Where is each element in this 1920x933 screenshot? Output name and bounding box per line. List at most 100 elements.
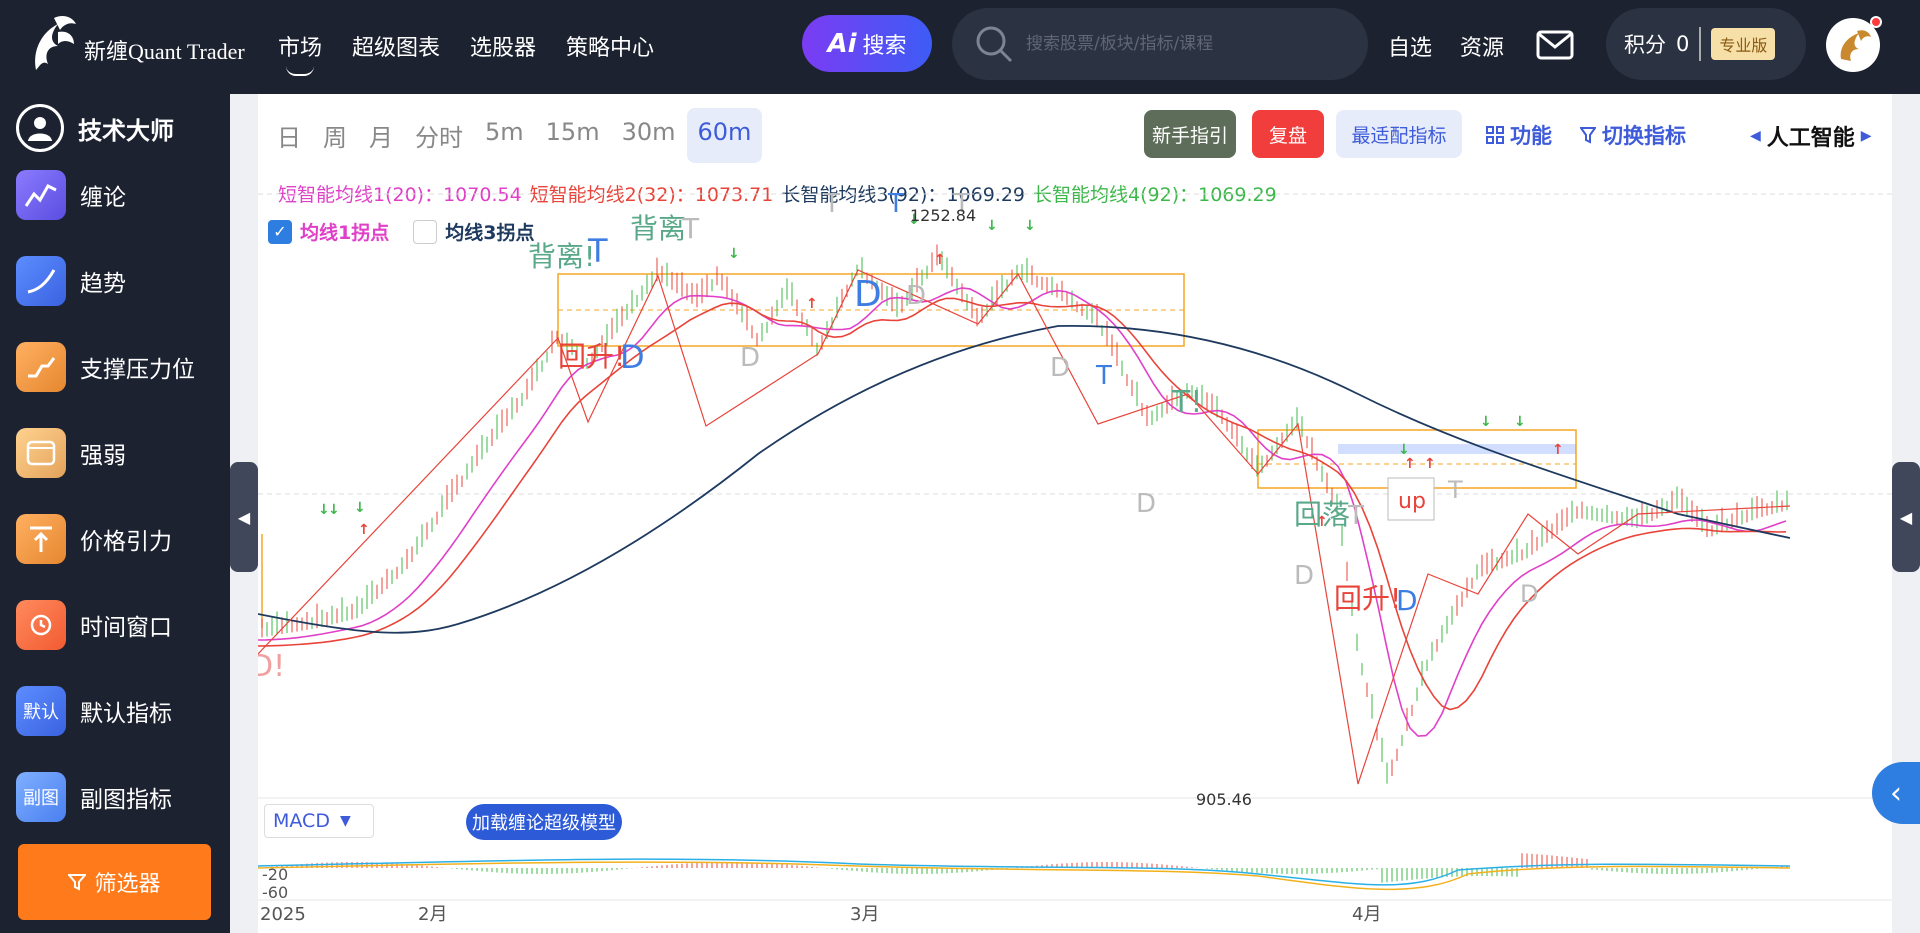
macd-select[interactable]: MACD ▼ — [264, 804, 374, 838]
macd-dea-line — [258, 861, 1791, 891]
x-axis-label: 2025 — [260, 904, 306, 925]
sidebar-item-label: 价格引力 — [80, 529, 172, 555]
rebound-label: 回升! — [1334, 582, 1401, 615]
support-resistance-icon — [16, 342, 66, 392]
ai-search-button[interactable]: Ai 搜索 — [802, 15, 932, 72]
nav-strategy-center[interactable]: 策略中心 — [566, 30, 654, 62]
d-label: D — [854, 274, 882, 315]
down-arrow-icon: ↓ — [986, 218, 998, 234]
trend-icon — [16, 256, 66, 306]
search-icon — [976, 26, 1013, 63]
sidebar-item-support-resistance[interactable]: 支撑压力位 — [16, 342, 195, 392]
d-label: D — [1520, 580, 1538, 608]
sidebar-header: 技术大师 — [16, 104, 174, 152]
sidebar-item-chanlun[interactable]: 缠论 — [16, 170, 126, 220]
divergence-label: 背离! — [528, 240, 595, 273]
divergence-label: 背离 — [630, 212, 686, 245]
notification-dot — [1870, 16, 1882, 28]
search-box[interactable] — [952, 8, 1368, 80]
sidebar-item-label: 支撑压力位 — [80, 357, 195, 383]
t-label: T — [823, 189, 840, 219]
top-bar: 新缠Quant Trader 市场 超级图表 选股器 策略中心 Ai 搜索 自选… — [0, 0, 1920, 94]
sidebar-item-label: 默认指标 — [80, 701, 172, 727]
sidebar-item-label: 强弱 — [80, 443, 126, 469]
low-price-label: 905.46 — [1196, 790, 1252, 809]
points-value: 0 — [1676, 32, 1690, 56]
sidebar-item-sub-chart[interactable]: 副图 副图指标 — [16, 772, 172, 822]
sidebar-item-label: 时间窗口 — [80, 615, 172, 641]
down-arrow-icon: ↓ — [354, 500, 366, 516]
down-arrow-icon: ↓ — [328, 502, 340, 518]
up-arrow-icon: ↑ — [1424, 456, 1436, 472]
filter-icon — [68, 874, 87, 891]
nav-market[interactable]: 市场 — [278, 30, 322, 76]
sidebar-item-strength[interactable]: 强弱 — [16, 428, 126, 478]
d-label: D — [1396, 584, 1418, 617]
price-gravity-icon — [16, 514, 66, 564]
logo[interactable]: 新缠Quant Trader — [28, 10, 245, 76]
time-window-icon — [16, 600, 66, 650]
up-arrow-icon: ↑ — [358, 522, 370, 538]
candles — [261, 244, 1788, 784]
avatar[interactable] — [1826, 16, 1882, 72]
down-arrow-icon: ↓ — [1024, 218, 1036, 234]
signal-marks: ↓↓ ↓↓↓ ↓ ↓↓ ↓↓↑↑↑↑↑ ↑↑ — [318, 212, 1564, 538]
sidebar-title: 技术大师 — [78, 116, 174, 145]
sidebar-item-default-indicator[interactable]: 默认 默认指标 — [16, 686, 172, 736]
d-label: D — [1050, 353, 1070, 383]
ma92-line — [258, 324, 1791, 634]
d-label: D — [1136, 489, 1156, 519]
divider — [1699, 27, 1702, 61]
favorites-link[interactable]: 自选 — [1388, 30, 1432, 62]
collapse-right-handle[interactable]: ◀ — [1892, 462, 1920, 572]
load-model-button[interactable]: 加载缠论超级模型 — [466, 804, 622, 840]
search-input[interactable] — [1026, 34, 1346, 54]
d-label: D — [906, 281, 926, 311]
sidebar-item-time-window[interactable]: 时间窗口 — [16, 600, 172, 650]
pro-badge[interactable]: 专业版 — [1711, 28, 1776, 60]
x-axis-label: 3月 — [850, 904, 879, 925]
resources-link[interactable]: 资源 — [1460, 30, 1504, 62]
t-label: T — [1447, 476, 1463, 504]
t-label: T — [681, 212, 700, 245]
main-nav: 市场 超级图表 选股器 策略中心 — [278, 30, 654, 76]
caret-left-icon: ◀ — [1899, 507, 1913, 527]
down-arrow-icon: ↓ — [728, 246, 740, 262]
high-price-label: 1252.84 — [910, 206, 976, 225]
chevron-down-icon: ▼ — [339, 813, 351, 829]
up-label: up — [1398, 489, 1426, 514]
phoenix-logo-icon — [35, 16, 76, 70]
pivot-boxes — [261, 273, 1577, 628]
ai-icon: Ai — [827, 28, 857, 59]
user-icon — [16, 104, 64, 152]
ai-search-label: 搜索 — [862, 33, 907, 59]
collapse-left-handle[interactable]: ◀ — [230, 462, 258, 572]
t-label: T — [1347, 501, 1364, 531]
x-axis-label: 2月 — [418, 904, 447, 925]
points-panel[interactable]: 积分 0 专业版 — [1606, 8, 1806, 80]
t-bang-label: T! — [1171, 385, 1202, 420]
sidebar-item-label: 趋势 — [80, 271, 126, 297]
rebound-label: 回升! — [558, 340, 625, 373]
filter-button[interactable]: 筛选器 — [18, 844, 211, 920]
pullback-label: 回落 — [1294, 498, 1350, 531]
t-label: T — [587, 232, 608, 270]
sidebar-item-trend[interactable]: 趋势 — [16, 256, 126, 306]
d-label: D — [1294, 561, 1314, 591]
down-arrow-icon: ↓ — [1514, 414, 1526, 430]
x-axis: 2025 2月 3月 4月 — [260, 904, 1381, 925]
x-axis-label: 4月 — [1352, 904, 1381, 925]
chart-panel: 日 周 月 分时 5m 15m 30m 60m 新手指引 复盘 最适配指标 功能… — [258, 94, 1892, 933]
sidebar-item-label: 副图指标 — [80, 787, 172, 813]
nav-stock-picker[interactable]: 选股器 — [470, 30, 536, 62]
chevron-left-icon: ‹ — [1890, 775, 1902, 811]
mail-icon[interactable] — [1536, 30, 1574, 60]
sidebar-item-price-gravity[interactable]: 价格引力 — [16, 514, 172, 564]
d-bang-label: D! — [258, 649, 285, 684]
caret-left-icon: ◀ — [237, 507, 251, 527]
d-label: D — [620, 338, 645, 376]
nav-super-chart[interactable]: 超级图表 — [352, 30, 440, 62]
chart-grid — [258, 193, 1892, 901]
macd-y-label: -20 — [262, 865, 288, 884]
up-arrow-icon: ↑ — [934, 252, 946, 268]
